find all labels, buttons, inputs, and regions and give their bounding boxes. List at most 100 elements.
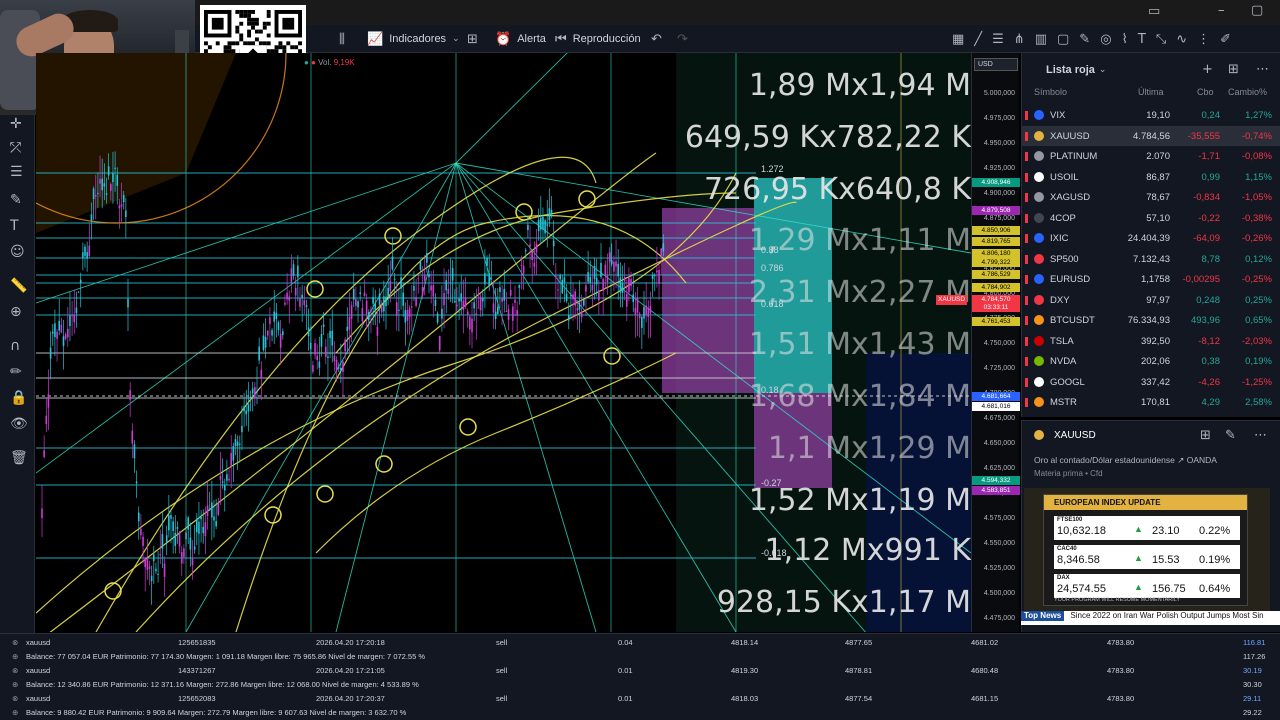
brush-icon[interactable]: ✎ [1079,33,1090,46]
emoji-icon[interactable]: ☺ [10,245,25,259]
red-flag-icon[interactable] [1025,131,1028,141]
watchlist-row[interactable]: XAUUSD 4.784,56 -35,555 -0,74% [1022,125,1280,146]
text-tool-icon[interactable]: T [10,219,19,233]
candle-body [473,302,475,309]
expand-icon[interactable]: ⊕ [12,652,18,661]
monitor-icon[interactable]: ▭ [1148,5,1160,18]
expand-icon[interactable]: ⊕ [12,708,18,717]
magnet-icon[interactable]: ⋮ [1197,33,1210,46]
fib-icon[interactable]: ☰ [992,33,1004,46]
text-icon[interactable]: T [1138,33,1146,46]
watchlist-title[interactable]: Lista roja [1046,64,1095,76]
watchlist-row[interactable]: NVDA 202,06 0,38 0,19% [1022,351,1280,372]
watchlist-row[interactable]: IXIC 24.404,39 -64,09 -0,26% [1022,228,1280,249]
watchlist-row[interactable]: PLATINUM 2.070 -1,71 -0,08% [1022,146,1280,167]
lock-drawing-icon[interactable]: ✏ [10,365,22,379]
pen-icon[interactable]: ✐ [1220,33,1231,46]
currency-selector[interactable]: USD [974,58,1018,71]
col-change[interactable]: Cbo [1197,87,1214,97]
red-flag-icon[interactable] [1025,336,1028,346]
red-flag-icon[interactable] [1025,172,1028,182]
position-row[interactable]: ⊗ xauusd 125652083 2026.04.20 17:20:37 sell 0… [0,691,1280,705]
watchlist-row[interactable]: EURUSD 1,1758 -0,00295 -0,25% [1022,269,1280,290]
candle-body [282,331,284,336]
trash-icon[interactable]: 🗑 [10,451,28,465]
external-link-icon[interactable]: ↗ [1177,455,1184,465]
layouts-button[interactable]: ⊞ [460,25,485,53]
line-tool-icon[interactable]: ⤱ [10,141,21,155]
undo-button[interactable]: ↶ [644,25,669,53]
watchlist-row[interactable]: BTCUSDT 76.334,93 493,96 0,65% [1022,310,1280,331]
watchlist-row[interactable]: USOIL 86,87 0,99 1,15% [1022,167,1280,188]
watchlist-row[interactable]: TSLA 392,50 -8,12 -2,03% [1022,331,1280,352]
chart-area[interactable]: 1.272 0.88 0.786 0.618 0.18 -0.27 -0.618 ● ● V… [36,53,971,632]
replay-button[interactable]: ⏮ Reproducción [548,25,648,53]
grid-icon[interactable]: ⊞ [1200,429,1211,442]
close-position-icon[interactable]: ⊗ [12,638,18,647]
path-icon[interactable]: ⌇ [1122,33,1128,46]
red-flag-icon[interactable] [1025,193,1028,202]
fib-tool-icon[interactable]: ☰ [10,165,23,179]
minimize-icon[interactable]: – [1218,4,1225,17]
redo-button[interactable]: ↷ [670,25,695,53]
candle-body [275,312,278,319]
watchlist-row[interactable]: MSTR 170,81 4,29 2,58% [1022,392,1280,413]
volume-profile-label: 726,95 Kx640,8 K [703,172,971,207]
measure-icon[interactable]: ⤡ [1156,33,1166,46]
chevron-down-icon[interactable]: ⌄ [1099,65,1107,75]
qr-module [278,41,283,46]
add-icon[interactable]: + [1202,63,1213,76]
more-icon[interactable]: ⋯ [1254,429,1267,442]
chart-type-button[interactable]: ⫼ [332,25,352,53]
red-flag-icon[interactable] [1025,316,1028,325]
maximize-icon[interactable]: ▢ [1251,4,1263,17]
pattern-icon[interactable]: ▦ [952,33,964,46]
red-flag-icon[interactable] [1025,234,1028,243]
close-position-icon[interactable]: ⊗ [12,666,18,675]
red-flag-icon[interactable] [1025,295,1028,305]
candle-body [97,193,99,195]
watchlist-row[interactable]: VIX 19,10 0,24 1,27% [1022,105,1280,126]
red-flag-icon[interactable] [1025,275,1028,284]
watchlist-row[interactable]: DXY 97,97 0,248 0,25% [1022,290,1280,311]
crosshair-icon[interactable]: ✛ [10,117,22,131]
euro-index-row: FTSE100 10,632.18 ▲ 23.10 0.22% [1054,516,1240,540]
red-flag-icon[interactable] [1025,357,1028,366]
pitchfork-icon[interactable]: ⋔ [1014,33,1025,46]
circle-icon[interactable]: ◎ [1100,33,1111,46]
indicators-button[interactable]: 📈 Indicadores ⌄ [360,25,467,53]
brush-tool-icon[interactable]: ✎ [10,193,22,207]
red-flag-icon[interactable] [1025,213,1028,223]
col-last[interactable]: Última [1138,87,1164,97]
magnet-icon[interactable]: ∩ [10,339,20,353]
red-flag-icon[interactable] [1025,111,1028,120]
gann-icon[interactable]: ▥ [1035,33,1047,46]
lock-icon[interactable]: 🔒 [10,391,27,405]
position-row[interactable]: ⊗ xauusd 125651835 2026.04.20 17:20:18 sell 0… [0,635,1280,649]
col-change-pct[interactable]: Cambio% [1228,87,1267,97]
watchlist-row[interactable]: SP500 7.132,43 8,78 0,12% [1022,249,1280,270]
col-symbol[interactable]: Símbolo [1034,87,1067,97]
rectangle-icon[interactable]: ▢ [1057,33,1069,46]
red-flag-icon[interactable] [1025,152,1028,161]
close-position-icon[interactable]: ⊗ [12,694,18,703]
red-flag-icon[interactable] [1025,254,1028,264]
price-axis[interactable]: USD 5.000,000 4.975,000 4.950,000 4.925,000… [936,53,1020,647]
detail-symbol[interactable]: XAUUSD [1054,430,1096,441]
expand-icon[interactable]: ⊕ [12,680,18,689]
watchlist-row[interactable]: 4COP 57,10 -0,22 -0,38% [1022,208,1280,229]
watchlist-row[interactable]: GOOGL 337,42 -4,26 -1,25% [1022,372,1280,393]
red-flag-icon[interactable] [1025,377,1028,387]
position-row[interactable]: ⊗ xauusd 143371267 2026.04.20 17:21:05 sell 0… [0,663,1280,677]
alert-button[interactable]: ⏰ Alerta [488,25,553,53]
edit-icon[interactable]: ✎ [1225,429,1236,442]
layout-icon[interactable]: ⊞ [1228,63,1239,76]
zoom-icon[interactable]: ⊕ [10,305,22,319]
more-icon[interactable]: ⋯ [1256,63,1269,76]
trend-line-icon[interactable]: ╱ [974,33,982,46]
red-flag-icon[interactable] [1025,398,1028,407]
forecast-icon[interactable]: ∿ [1176,33,1187,46]
eye-icon[interactable]: 👁 [10,417,28,431]
watchlist-row[interactable]: XAGUSD 78,67 -0,834 -1,05% [1022,187,1280,208]
ruler-icon[interactable]: 📏 [10,279,27,293]
